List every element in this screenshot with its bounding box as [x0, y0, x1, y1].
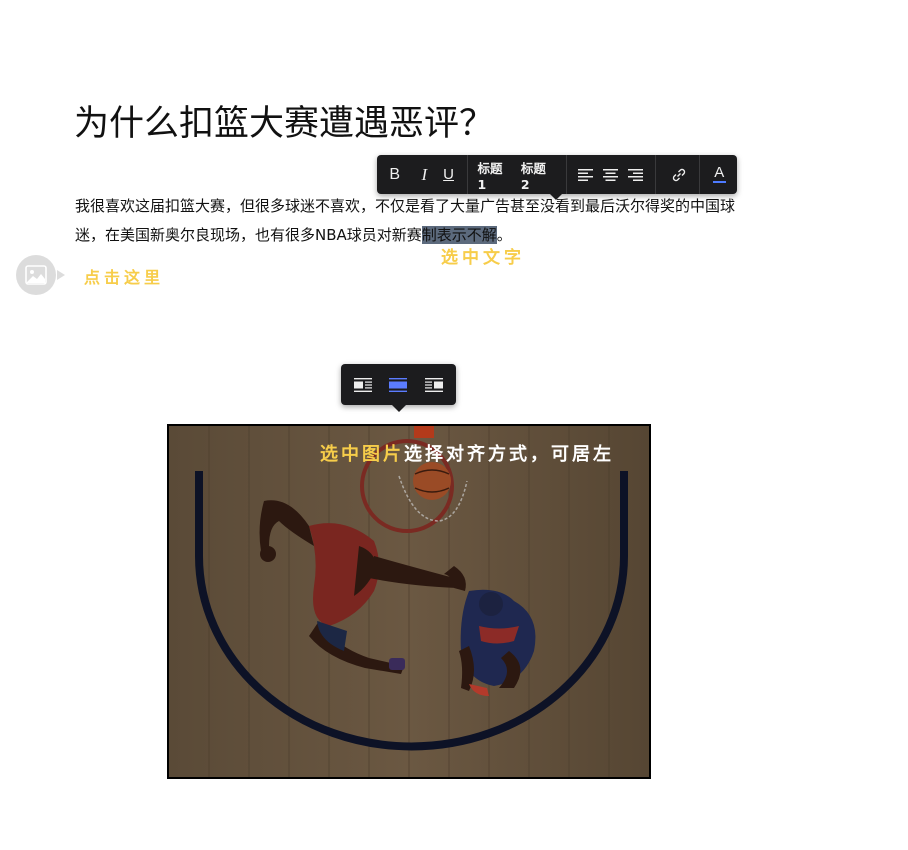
heading1-button[interactable]: 标题 1	[474, 155, 517, 194]
annotation-select-image: 选中图片选择对齐方式，可居左	[320, 440, 650, 466]
underline-button[interactable]: U	[436, 155, 460, 194]
annotation-select-text: 选中文字	[441, 248, 525, 268]
align-left-icon	[578, 168, 594, 181]
image-icon	[25, 265, 47, 285]
annotation-click-here: 点击这里	[84, 268, 165, 287]
article-title[interactable]: 为什么扣篮大赛遭遇恶评？	[74, 95, 494, 146]
annotation-select-image-label: 选中图片	[320, 444, 404, 465]
text-color-icon: A	[714, 164, 725, 181]
link-icon	[672, 168, 686, 181]
paragraph-text: 我很喜欢这届扣篮大赛，但很多球迷不喜欢，不仅是看了大量广告甚至没看到最后沃尔得奖…	[75, 197, 736, 244]
text-color-button[interactable]: A	[702, 155, 737, 194]
paragraph-end: 。	[496, 226, 512, 244]
basketball-dunk-photo	[169, 426, 649, 777]
selected-text[interactable]: 制表示不解	[421, 226, 497, 244]
float-left-button[interactable]	[348, 370, 378, 400]
text-format-toolbar: B I U 标题 1 标题 2 A	[377, 155, 737, 200]
float-right-button[interactable]	[419, 370, 449, 400]
align-center-button[interactable]	[598, 155, 623, 194]
image-align-toolbar	[341, 364, 456, 412]
heading2-button[interactable]: 标题 2	[517, 155, 560, 194]
align-center-block-button[interactable]	[383, 370, 413, 400]
toolbar-divider	[466, 155, 468, 194]
toolbar-divider	[566, 155, 568, 194]
insert-image-button[interactable]	[16, 255, 65, 295]
toolbar-divider	[698, 155, 700, 194]
link-button[interactable]	[661, 155, 696, 194]
article-image[interactable]	[167, 424, 651, 779]
align-center-icon	[603, 168, 619, 181]
article-paragraph[interactable]: 我很喜欢这届扣篮大赛，但很多球迷不喜欢，不仅是看了大量广告甚至没看到最后沃尔得奖…	[75, 192, 745, 250]
bold-button[interactable]: B	[377, 155, 412, 194]
annotation-select-image-rest: 选择对齐方式，可居左	[404, 444, 614, 465]
italic-button[interactable]: I	[412, 155, 436, 194]
align-left-button[interactable]	[573, 155, 598, 194]
float-right-icon	[425, 377, 444, 392]
float-left-icon	[353, 377, 372, 392]
toolbar-divider	[654, 155, 656, 194]
align-right-icon	[628, 168, 644, 181]
text-color-swatch	[712, 181, 726, 183]
align-right-button[interactable]	[623, 155, 648, 194]
align-center-block-icon	[389, 377, 408, 392]
